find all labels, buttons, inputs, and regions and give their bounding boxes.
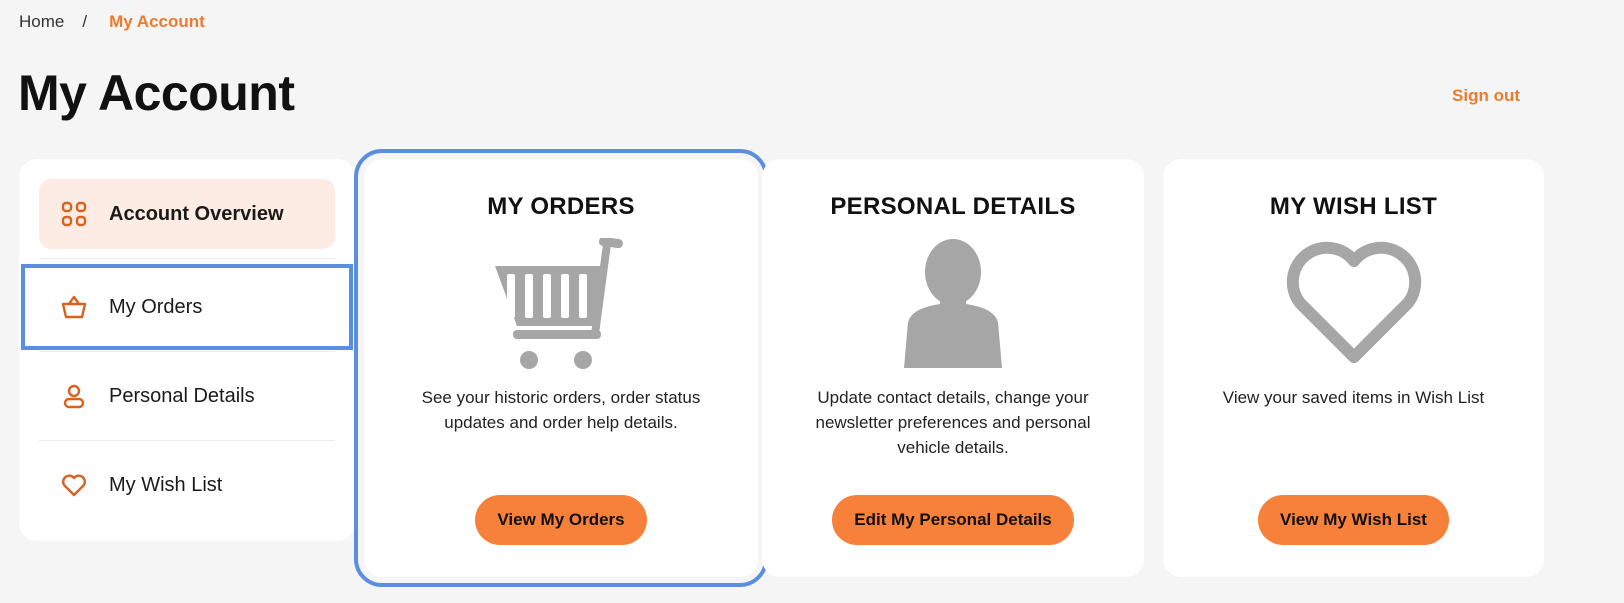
card-title: MY ORDERS (487, 193, 635, 220)
sidebar-item-label: My Orders (109, 295, 203, 318)
sidebar-divider (39, 258, 335, 259)
breadcrumb-separator: / (82, 12, 88, 31)
breadcrumb: Home / My Account (19, 12, 205, 32)
heart-icon (61, 472, 87, 498)
shopping-cart-icon (491, 235, 631, 373)
sidebar-item-label: Account Overview (109, 202, 284, 225)
heart-outline-icon (1286, 235, 1422, 373)
card-title: MY WISH LIST (1269, 193, 1438, 220)
personal-details-card: PERSONAL DETAILS Update contact details,… (762, 159, 1144, 577)
edit-my-personal-details-button[interactable]: Edit My Personal Details (832, 495, 1074, 545)
view-my-orders-button[interactable]: View My Orders (475, 495, 647, 545)
sidebar-item-personal-details[interactable]: Personal Details (39, 361, 335, 431)
card-description: Update contact details, change your news… (815, 388, 1091, 457)
user-icon (61, 383, 87, 409)
my-orders-card: MY ORDERS See your historic orders, orde… (354, 149, 768, 587)
breadcrumb-home-link[interactable]: Home (19, 12, 64, 32)
sidebar-divider (39, 351, 335, 352)
card-title: PERSONAL DETAILS (830, 193, 1076, 220)
sidebar-item-label: Personal Details (109, 384, 255, 407)
card-description: See your historic orders, order status u… (421, 388, 701, 432)
sidebar-item-my-wish-list[interactable]: My Wish List (39, 450, 335, 520)
card-description: View your saved items in Wish List (1222, 388, 1485, 407)
account-sidebar: Account Overview My Orders Personal Deta… (19, 159, 355, 541)
my-wish-list-card: MY WISH LIST View your saved items in Wi… (1163, 159, 1544, 577)
sidebar-item-account-overview[interactable]: Account Overview (39, 179, 335, 249)
sidebar-item-label: My Wish List (109, 473, 223, 496)
basket-icon (61, 294, 87, 320)
grid-icon (61, 201, 87, 227)
breadcrumb-current: My Account (109, 12, 205, 31)
page-title: My Account (18, 65, 295, 121)
sidebar-divider (39, 440, 335, 441)
person-silhouette-icon (898, 235, 1008, 373)
view-my-wish-list-button[interactable]: View My Wish List (1258, 495, 1449, 545)
sign-out-link[interactable]: Sign out (1452, 86, 1520, 106)
sidebar-item-my-orders[interactable]: My Orders (21, 264, 353, 350)
